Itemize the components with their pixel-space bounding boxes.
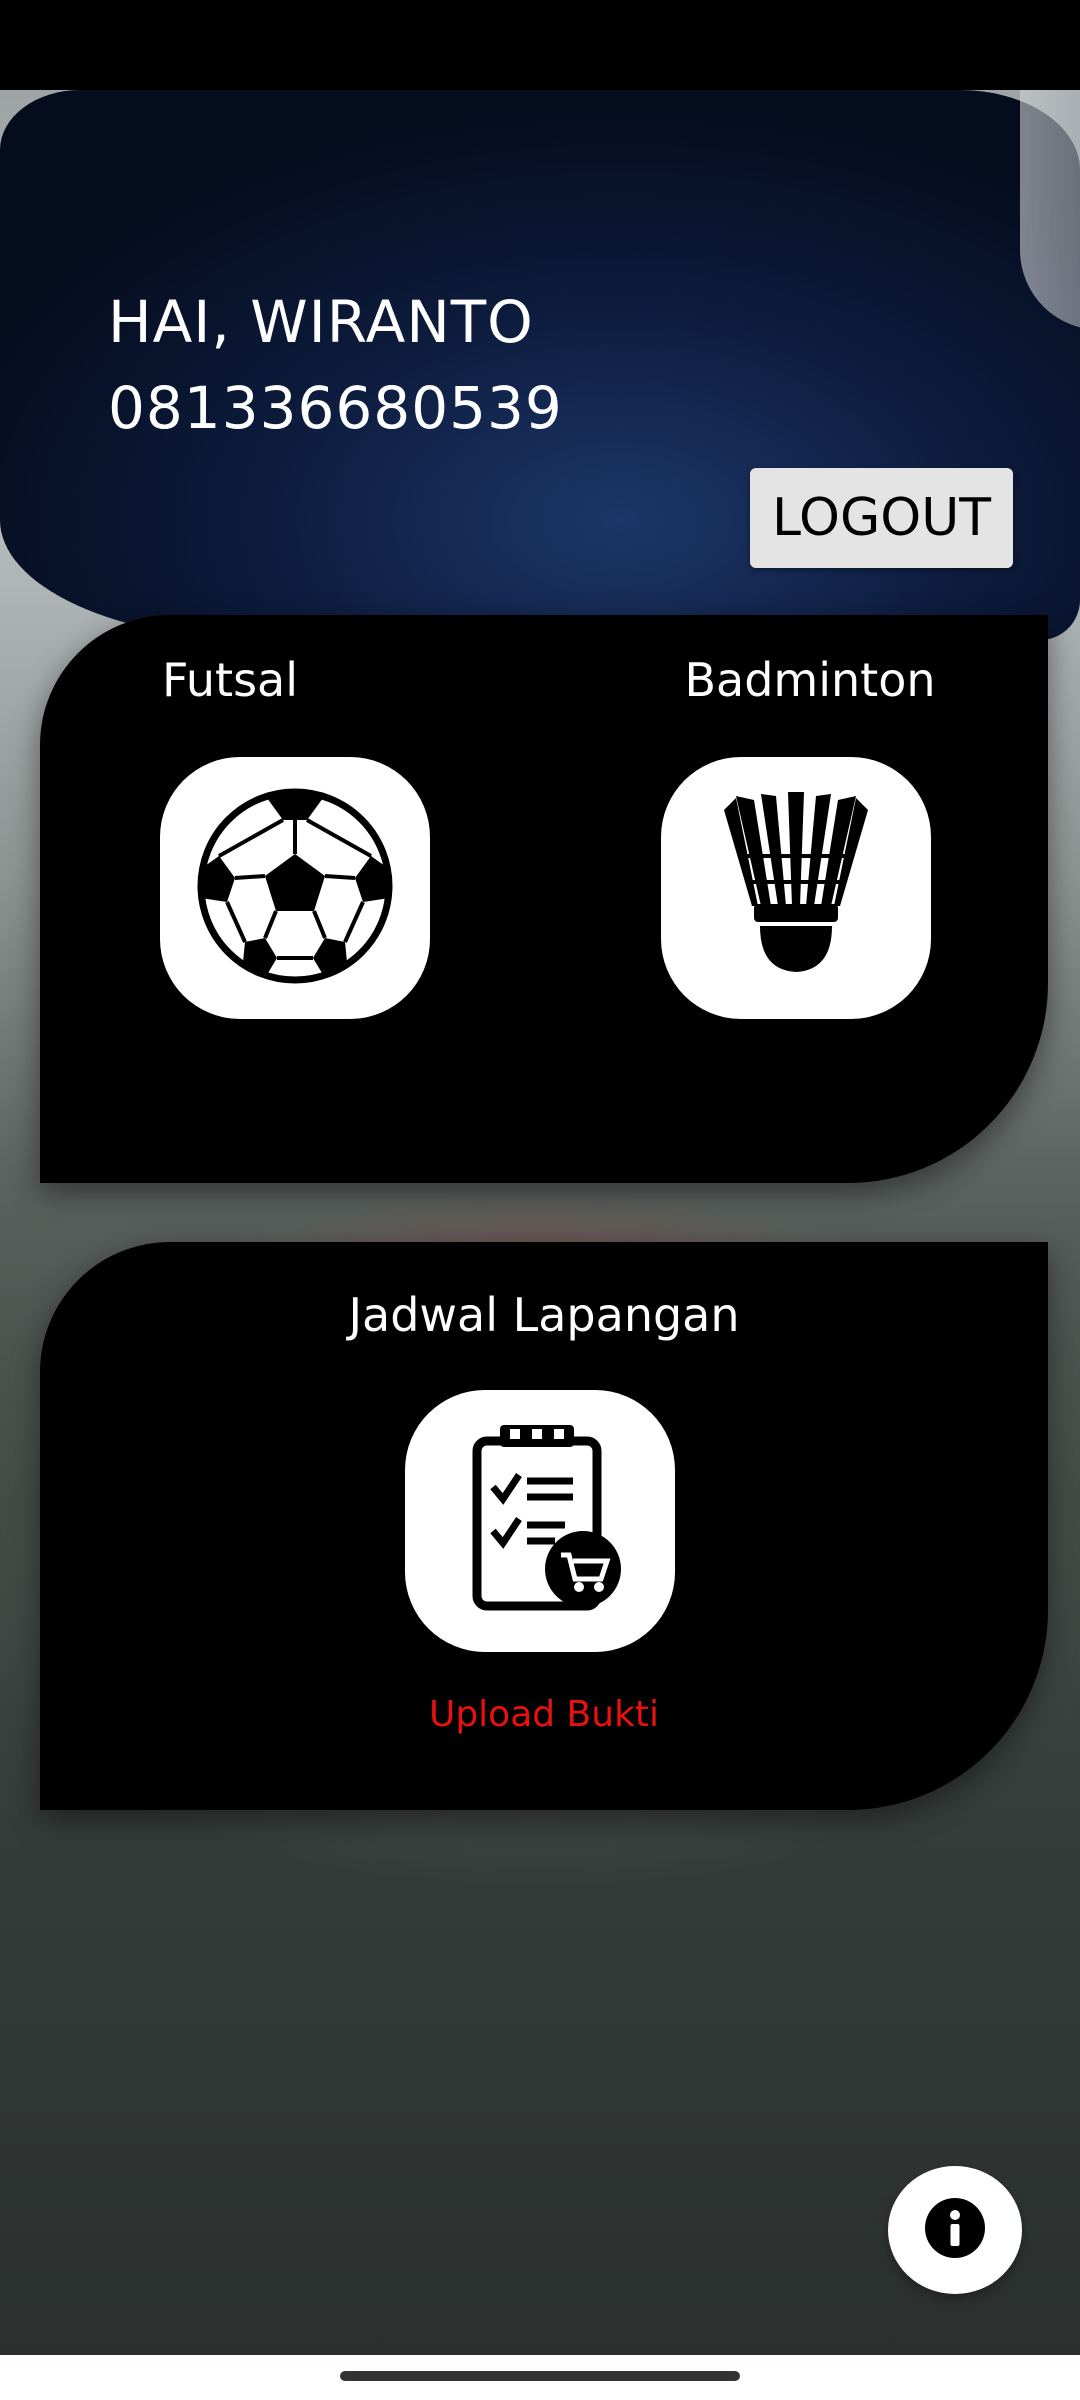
logout-button[interactable]: LOGOUT xyxy=(750,468,1013,568)
badminton-label: Badminton xyxy=(684,653,936,707)
info-icon xyxy=(924,2197,986,2263)
upload-proof-link[interactable]: Upload Bukti xyxy=(394,1694,694,1735)
schedule-card: Jadwal Lapangan Upload Bukti xyxy=(40,1242,1048,1810)
info-button[interactable] xyxy=(888,2166,1022,2294)
futsal-label: Futsal xyxy=(161,653,299,707)
schedule-button[interactable] xyxy=(405,1390,675,1652)
schedule-title: Jadwal Lapangan xyxy=(348,1288,740,1342)
greeting-text: HAI, WIRANTO xyxy=(108,288,534,356)
sports-card: Futsal Badminton xyxy=(40,615,1048,1183)
badminton-button[interactable] xyxy=(661,757,931,1019)
status-bar xyxy=(0,0,1080,90)
phone-number: 081336680539 xyxy=(108,374,563,442)
home-indicator[interactable] xyxy=(340,2371,740,2381)
futsal-button[interactable] xyxy=(160,757,430,1019)
shuttlecock-icon xyxy=(716,786,876,990)
clipboard-cart-icon xyxy=(455,1419,625,1623)
soccer-ball-icon xyxy=(195,786,395,990)
